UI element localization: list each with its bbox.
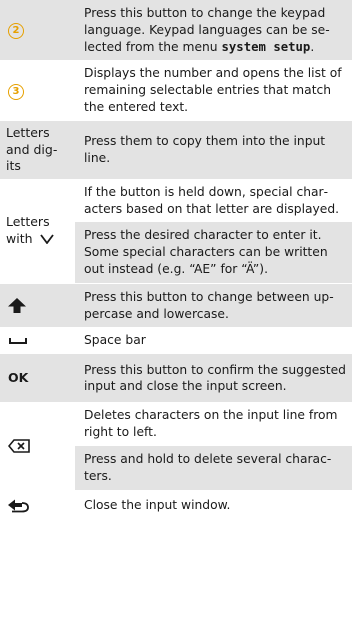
table-row: Press this button to change between up­p…: [0, 283, 352, 328]
table-row: Deletes characters on the input line fro…: [0, 402, 352, 453]
description-cell: Displays the number and opens the list o…: [75, 60, 352, 120]
key-cell: Letters with: [0, 179, 75, 283]
number-3-circle-icon: 3: [8, 83, 24, 100]
space-bar-icon: [9, 337, 27, 344]
chevron-down-icon: [39, 234, 54, 244]
menu-name: system setup: [221, 39, 311, 54]
table-row: 3 Displays the number and opens the list…: [0, 60, 352, 121]
key-cell: 2: [0, 0, 75, 60]
description-text: Press them to copy them into the input l…: [84, 133, 326, 165]
number-2-circle-icon: 2: [8, 23, 24, 40]
keypad-function-table: 2 Press this button to change the keypad…: [0, 0, 352, 522]
key-cell: Letters and dig­its: [0, 121, 75, 179]
table-row: Letters with If the button is held down,…: [0, 178, 352, 246]
description-text: If the button is held down, special char…: [84, 184, 340, 216]
description-cell: If the button is held down, special char…: [75, 179, 352, 223]
description-cell: Press this button to confirm the sugges­…: [75, 354, 352, 402]
key-label: Letters and dig­its: [6, 125, 58, 174]
description-cell: Close the input window.: [75, 490, 352, 522]
description-cell: Press them to copy them into the input l…: [75, 121, 352, 179]
description-text: Press and hold to delete several charac­…: [84, 451, 332, 483]
description-text: Press the desired character to enter it.…: [84, 228, 328, 276]
key-label-with-chevron: Letters with: [6, 214, 66, 247]
description-text: Press this button to confirm the sugges­…: [84, 362, 346, 394]
description-text: Close the input window.: [84, 498, 231, 513]
description-cell: Press the desired character to enter it.…: [75, 222, 352, 283]
shift-arrow-up-icon: [8, 297, 26, 313]
table-row: 2 Press this button to change the keypad…: [0, 0, 352, 61]
description-text-end: .: [310, 39, 315, 54]
key-cell: [0, 490, 75, 522]
description-cell: Space bar: [75, 327, 352, 354]
description-text: Displays the number and opens the list o…: [84, 66, 342, 114]
description-text: Space bar: [84, 333, 146, 348]
description-cell: Deletes characters on the input line fro…: [75, 402, 352, 446]
description-cell: Press this button to change between up­p…: [75, 283, 352, 327]
description-cell: Press and hold to delete several charac­…: [75, 446, 352, 490]
ok-key-label: OK: [8, 370, 29, 386]
backspace-icon: [8, 439, 30, 453]
key-cell: 3: [0, 60, 75, 120]
table-row: Space bar: [0, 327, 352, 355]
table-row: OK Press this button to confirm the sugg…: [0, 354, 352, 403]
description-cell: Press this button to change the keypad l…: [75, 0, 352, 60]
key-cell: [0, 283, 75, 327]
return-arrow-icon: [8, 499, 29, 512]
description-text: Deletes characters on the input line fro…: [84, 408, 338, 440]
key-cell: OK: [0, 354, 75, 402]
table-row: Letters and dig­its Press them to copy t…: [0, 120, 352, 179]
table-row: Close the input window.: [0, 489, 352, 522]
description-text: Press this button to change between up­p…: [84, 289, 334, 321]
key-cell: [0, 402, 75, 489]
key-cell: [0, 327, 75, 354]
